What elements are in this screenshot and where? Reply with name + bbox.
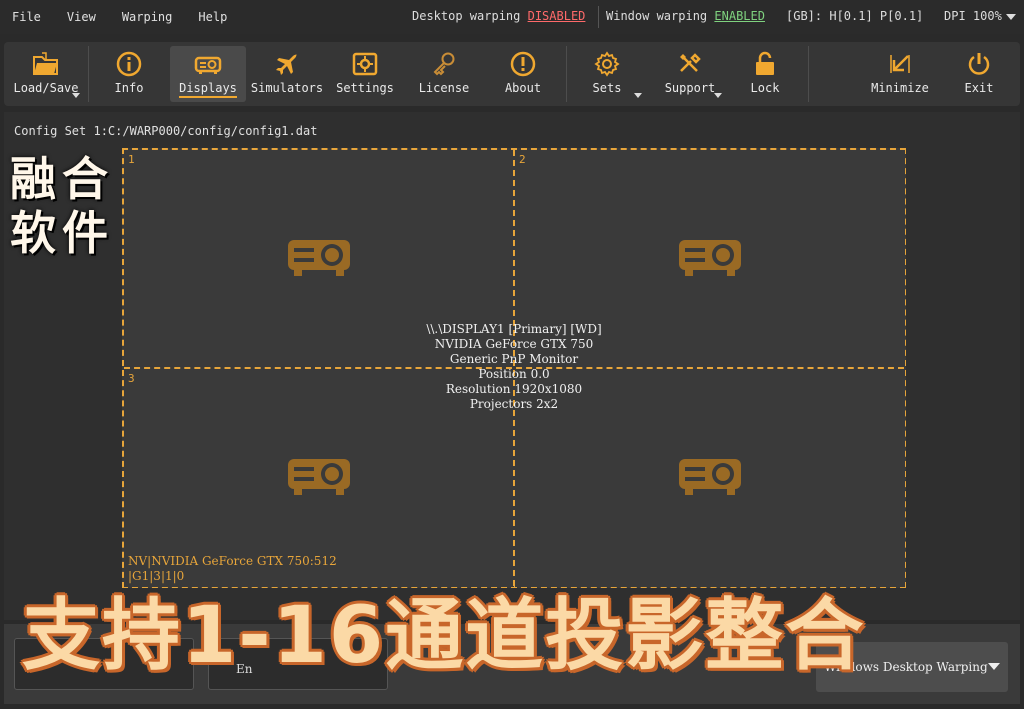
about-button[interactable]: About (486, 46, 560, 102)
display-info-line: Position 0.0 (478, 367, 550, 381)
lock-button[interactable]: Lock (728, 46, 802, 102)
chevron-down-icon (988, 663, 1000, 670)
simulators-label: Simulators (250, 81, 324, 95)
sets-chevron-down-icon[interactable] (634, 93, 642, 98)
promo-banner: 支持1-16通道投影整合 (22, 591, 866, 681)
key-icon (429, 49, 459, 79)
toolbar-divider (88, 46, 89, 102)
menu-file[interactable]: File (0, 10, 54, 24)
info-icon (114, 49, 144, 79)
projector-icon (193, 49, 223, 79)
side-title-line: 融合 (10, 152, 114, 206)
gear-icon (592, 49, 622, 79)
tools-icon (675, 49, 705, 79)
config-path: Config Set 1:C:/WARP000/config/config1.d… (14, 124, 318, 138)
projector-icon (677, 234, 743, 284)
display-layout[interactable]: 1 2 3 \\.\DISPLAY1 [Primary] [WD] NVIDIA… (122, 148, 906, 588)
projector-icon (677, 453, 743, 503)
gpu-info: NV|NVIDIA GeForce GTX 750:512 (128, 554, 337, 568)
menu-warping[interactable]: Warping (109, 10, 186, 24)
minimize-button[interactable]: Minimize (862, 46, 938, 102)
load-save-chevron-down-icon[interactable] (72, 93, 80, 98)
airplane-icon (272, 49, 302, 79)
exit-button[interactable]: Exit (946, 46, 1012, 102)
display-info-line: \\.\DISPLAY1 [Primary] [WD] (426, 322, 602, 336)
window-warping-toggle[interactable]: ENABLED (714, 9, 765, 23)
power-icon (964, 49, 994, 79)
minimize-arrow-icon (885, 49, 915, 79)
minimize-label: Minimize (871, 81, 929, 95)
settings-button[interactable]: Settings (328, 46, 402, 102)
display-info-line: Projectors 2x2 (469, 397, 559, 411)
menu-view[interactable]: View (54, 10, 109, 24)
exit-label: Exit (964, 81, 994, 95)
main-panel: Config Set 1:C:/WARP000/config/config1.d… (4, 112, 1020, 620)
about-label: About (504, 81, 542, 95)
desktop-warping-status: Desktop warping DISABLED (412, 9, 585, 23)
info-label: Info (114, 81, 144, 95)
dpi-readout[interactable]: DPI 100% (944, 9, 1002, 23)
support-chevron-down-icon[interactable] (714, 93, 722, 98)
alert-circle-icon (508, 49, 538, 79)
info-button[interactable]: Info (92, 46, 166, 102)
projector-icon (286, 453, 352, 503)
display-info: \\.\DISPLAY1 [Primary] [WD] NVIDIA GeFor… (124, 322, 904, 412)
simulators-button[interactable]: Simulators (248, 46, 326, 102)
gpu-channel-info: |G1|3|1|0 (128, 569, 185, 583)
side-title-overlay: 融合 软件 (10, 152, 114, 260)
license-label: License (418, 81, 470, 95)
cell-number: 2 (519, 153, 526, 166)
display-info-line: NVIDIA GeForce GTX 750 (434, 337, 594, 351)
window-warping-status: Window warping ENABLED (606, 9, 765, 23)
load-save-label: Load/Save (13, 81, 79, 95)
desktop-warping-label: Desktop warping (412, 9, 521, 23)
menu-help[interactable]: Help (185, 10, 240, 24)
sets-label: Sets (592, 81, 622, 95)
lock-label: Lock (750, 81, 780, 95)
gb-readout: [GB]: H[0.1] P[0.1] (786, 9, 924, 23)
side-title-line: 软件 (10, 206, 114, 260)
status-divider (598, 6, 599, 28)
license-button[interactable]: License (406, 46, 482, 102)
support-label: Support (664, 81, 716, 95)
toolbar-divider (566, 46, 567, 102)
folder-icon (31, 49, 61, 79)
displays-button[interactable]: Displays (170, 46, 246, 102)
dpi-chevron-down-icon[interactable] (1006, 14, 1016, 20)
cell-number: 1 (128, 153, 135, 166)
projector-icon (286, 234, 352, 284)
desktop-warping-toggle[interactable]: DISABLED (528, 9, 586, 23)
window-warping-label: Window warping (606, 9, 708, 23)
display-info-line: Resolution 1920x1080 (445, 382, 583, 396)
displays-label: Displays (179, 81, 237, 98)
toolbar: Load/Save Info Displays Simulators Setti… (4, 42, 1020, 106)
display-info-line: Generic PnP Monitor (449, 352, 579, 366)
unlock-icon (750, 49, 780, 79)
toolbar-divider (808, 46, 809, 102)
settings-label: Settings (336, 81, 394, 95)
sets-button[interactable]: Sets (572, 46, 642, 102)
settings-panel-icon (350, 49, 380, 79)
